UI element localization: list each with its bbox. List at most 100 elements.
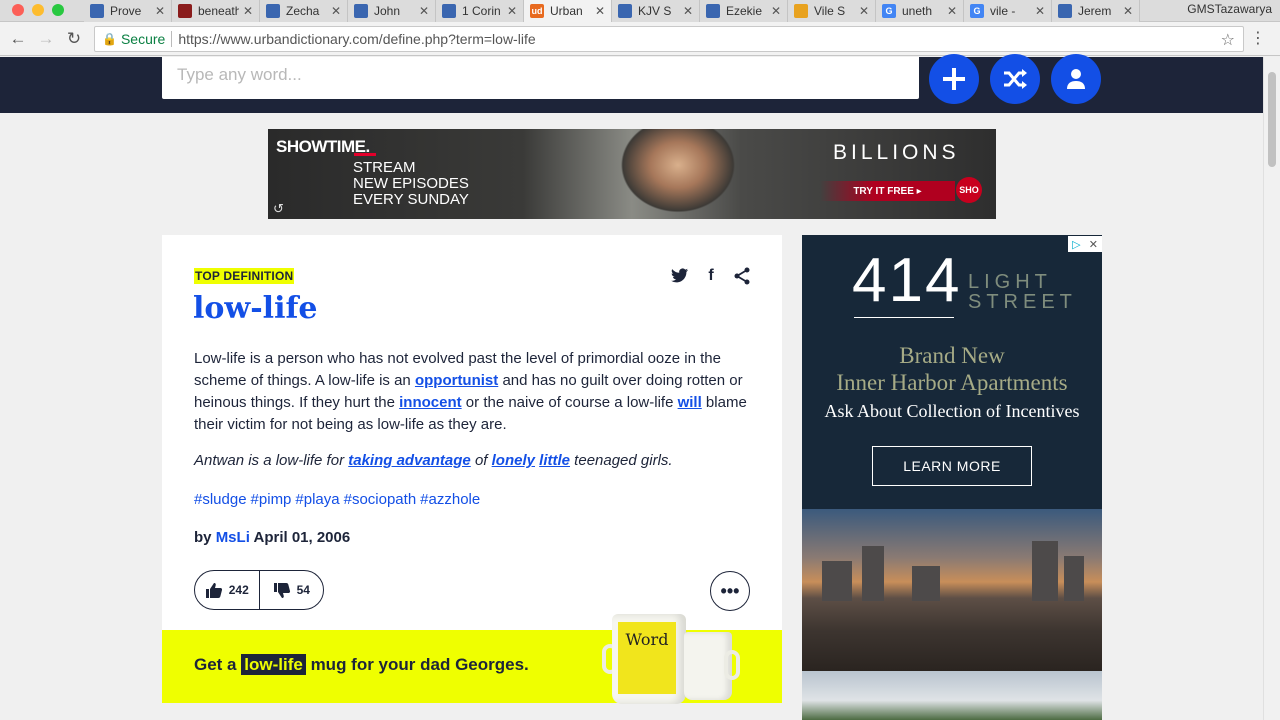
definition-example: Antwan is a low-life for taking advantag… <box>194 452 754 469</box>
ad-headline-line-1: Brand New <box>899 343 1005 368</box>
banner-ad[interactable]: SHOWTIME. STREAM NEW EPISODES EVERY SUND… <box>268 129 996 219</box>
tab-close-icon[interactable]: ✕ <box>155 4 165 18</box>
replay-icon[interactable]: ↺ <box>273 201 284 217</box>
mug-promo[interactable]: Get a low-life mug for your dad Georges.… <box>162 614 782 704</box>
add-definition-button[interactable] <box>929 54 979 104</box>
upvote-button[interactable]: 242 <box>195 571 259 609</box>
tag-link[interactable]: #azzhole <box>420 491 480 508</box>
term-link[interactable]: will <box>678 394 702 411</box>
ad-rooftop-photo <box>802 509 1102 671</box>
tag-link[interactable]: #sociopath <box>344 491 417 508</box>
tab-title: John <box>374 4 401 18</box>
minimize-window-button[interactable] <box>32 4 44 16</box>
definition-tags: #sludge #pimp #playa #sociopath #azzhole <box>194 491 484 508</box>
browser-tab[interactable]: Prove ✕ <box>84 0 172 22</box>
banner-cta-button[interactable]: TRY IT FREE ▸ <box>820 181 955 201</box>
tab-favicon-icon <box>442 4 456 18</box>
ad-headline-line-2: Inner Harbor Apartments <box>836 370 1068 395</box>
more-options-button[interactable]: ••• <box>710 571 750 611</box>
tab-title: uneth <box>902 4 933 18</box>
browser-toolbar: ← → ↻ 🔒 Secure https://www.urbandictiona… <box>0 22 1280 56</box>
page-scrollbar[interactable] <box>1263 57 1280 720</box>
definition-date: April 01, 2006 <box>253 529 351 546</box>
browser-tab[interactable]: 1 Corin ✕ <box>436 0 524 22</box>
browser-tab[interactable]: John ✕ <box>348 0 436 22</box>
adchoices-icon[interactable]: ▷ ✕ <box>1068 236 1102 252</box>
definition-card: TOP DEFINITION f low-life Low-life is a … <box>162 235 782 630</box>
ad-street-line-1: LIGHT <box>968 271 1052 293</box>
tab-close-icon[interactable]: ✕ <box>1035 4 1045 18</box>
scrollbar-thumb[interactable] <box>1268 72 1276 167</box>
ad-street-line-2: STREET <box>968 291 1077 313</box>
browser-tab[interactable]: Gvile - ✕ <box>964 0 1052 22</box>
tag-link[interactable]: #sludge <box>194 491 247 508</box>
thumbs-down-icon <box>273 582 290 598</box>
banner-line-2: NEW EPISODES <box>353 175 469 192</box>
tab-favicon-icon <box>706 4 720 18</box>
bookmark-star-icon[interactable]: ☆ <box>1221 30 1235 50</box>
author-link[interactable]: MsLi <box>216 529 250 546</box>
browser-tab[interactable]: KJV S ✕ <box>612 0 700 22</box>
browser-tab[interactable]: Vile S ✕ <box>788 0 876 22</box>
tab-title: Ezekie <box>726 4 763 18</box>
share-icon[interactable] <box>731 265 753 287</box>
mug-image-front: Word <box>612 614 686 704</box>
term-link[interactable]: opportunist <box>415 372 498 389</box>
zoom-window-button[interactable] <box>52 4 64 16</box>
tab-close-icon[interactable]: ✕ <box>1123 4 1133 18</box>
tab-close-icon[interactable]: ✕ <box>419 4 429 18</box>
learn-more-button[interactable]: LEARN MORE <box>872 446 1032 486</box>
definition-word[interactable]: low-life <box>193 291 317 326</box>
downvote-button[interactable]: 54 <box>258 571 324 609</box>
browser-tab[interactable]: beneath ✕ <box>172 0 260 22</box>
tab-close-icon[interactable]: ✕ <box>595 4 605 18</box>
tab-close-icon[interactable]: ✕ <box>243 4 253 18</box>
reload-button[interactable]: ↻ <box>63 28 85 50</box>
tag-link[interactable]: #pimp <box>251 491 292 508</box>
tab-favicon-icon <box>354 4 368 18</box>
tab-title: KJV S <box>638 4 672 18</box>
browser-tab[interactable]: ud Urban ✕ <box>524 0 612 22</box>
mug-face-label: Word <box>618 622 676 694</box>
ad-building-photo <box>802 671 1102 720</box>
browser-menu-icon[interactable]: ⋮ <box>1250 28 1266 48</box>
address-bar[interactable]: 🔒 Secure https://www.urbandictionary.com… <box>94 26 1244 52</box>
random-button[interactable] <box>990 54 1040 104</box>
definition-meaning: Low-life is a person who has not evolved… <box>194 348 754 436</box>
forward-button[interactable]: → <box>35 28 57 50</box>
side-ad[interactable]: ▷ ✕ 414 LIGHT STREET Brand New Inner Harb… <box>802 235 1102 720</box>
twitter-icon[interactable] <box>669 265 691 287</box>
tab-close-icon[interactable]: ✕ <box>859 4 869 18</box>
term-link[interactable]: little <box>539 452 570 469</box>
text-run: Antwan is a low-life for <box>194 452 349 469</box>
close-window-button[interactable] <box>12 4 24 16</box>
tab-close-icon[interactable]: ✕ <box>683 4 693 18</box>
browser-tab[interactable]: Zecha ✕ <box>260 0 348 22</box>
tab-close-icon[interactable]: ✕ <box>947 4 957 18</box>
text-run: of <box>470 452 492 469</box>
search-input[interactable]: Type any word... <box>162 57 919 99</box>
term-link[interactable]: lonely <box>492 452 535 469</box>
plus-icon <box>943 68 965 90</box>
tab-close-icon[interactable]: ✕ <box>507 4 517 18</box>
facebook-icon[interactable]: f <box>700 265 722 287</box>
tab-title: Zecha <box>286 4 320 18</box>
downvote-count: 54 <box>296 583 310 597</box>
browser-tab[interactable]: Jerem ✕ <box>1052 0 1140 22</box>
tab-title: 1 Corin <box>462 4 501 18</box>
tag-link[interactable]: #playa <box>295 491 339 508</box>
ad-number-underline <box>854 317 954 318</box>
profile-name[interactable]: GMSTazawarya <box>1187 2 1272 16</box>
vote-controls: 242 54 <box>194 570 324 610</box>
back-button[interactable]: ← <box>7 28 29 50</box>
tab-close-icon[interactable]: ✕ <box>331 4 341 18</box>
text-run: teenaged girls. <box>570 452 673 469</box>
browser-tab[interactable]: Guneth ✕ <box>876 0 964 22</box>
tab-close-icon[interactable]: ✕ <box>771 4 781 18</box>
term-link[interactable]: taking advantage <box>348 452 471 469</box>
url-text[interactable]: https://www.urbandictionary.com/define.p… <box>178 31 535 47</box>
browser-tab[interactable]: Ezekie ✕ <box>700 0 788 22</box>
account-button[interactable] <box>1051 54 1101 104</box>
term-link[interactable]: innocent <box>399 394 462 411</box>
lock-icon: 🔒 <box>102 32 117 46</box>
